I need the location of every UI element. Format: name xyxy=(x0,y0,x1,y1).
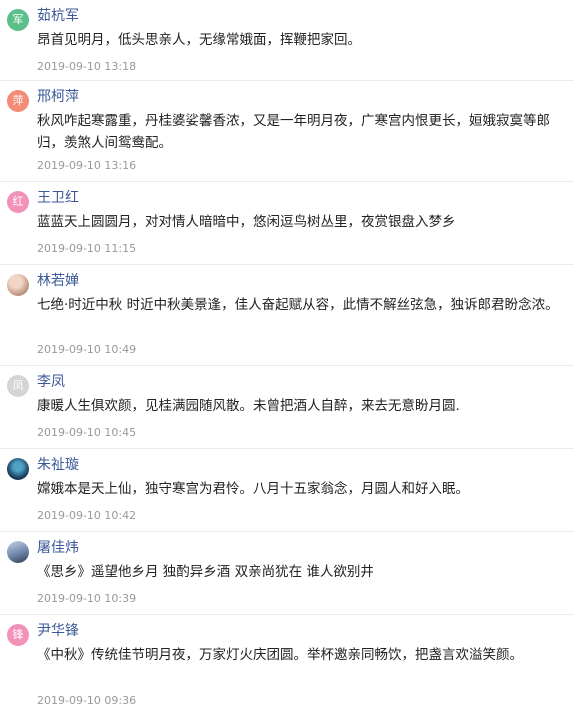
comment-item: 朱祉璇 嫦娥本是天上仙，独守寒宫为君怜。八月十五家翁念，月圆人和好入眠。 201… xyxy=(0,449,574,532)
comment-timestamp: 2019-09-10 10:45 xyxy=(37,426,137,439)
comment-timestamp: 2019-09-10 10:49 xyxy=(37,343,137,356)
comment-item: 屠佳炜 《思乡》遥望他乡月 独酌异乡酒 双亲尚犹在 谁人欲别井 2019-09-… xyxy=(0,532,574,615)
comment-text: 七绝·时近中秋 时近中秋美景逢，佳人奋起赋从容，此情不解丝弦急，独诉郎君盼念浓。 xyxy=(37,297,559,313)
comment-text: 嫦娥本是天上仙，独守寒宫为君怜。八月十五家翁念，月圆人和好入眠。 xyxy=(37,481,469,497)
avatar[interactable]: 凤 xyxy=(7,375,29,397)
comment-item: 锋 尹华锋 《中秋》传统佳节明月夜，万家灯火庆团圆。举杯邀亲同畅饮，把盏言欢溢笑… xyxy=(0,615,574,717)
comment-author[interactable]: 朱祉璇 xyxy=(37,455,79,475)
comment-text: 《思乡》遥望他乡月 独酌异乡酒 双亲尚犹在 谁人欲别井 xyxy=(37,564,374,580)
comment-item: 军 茹杭军 昂首见明月，低头思亲人，无缘常娥面，挥鞭把家回。 2019-09-1… xyxy=(0,0,574,81)
comment-item: 萍 邢柯萍 秋风咋起寒露重，丹桂婆娑馨香浓，又是一年明月夜，广寒宫内恨更长，姮娥… xyxy=(0,81,574,182)
avatar-photo[interactable] xyxy=(7,274,29,296)
comment-item: 凤 李凤 康暖人生俱欢颜，见桂满园随风散。未曾把酒人自醉，来去无意盼月圆. 20… xyxy=(0,366,574,449)
comment-author[interactable]: 屠佳炜 xyxy=(37,538,79,558)
avatar[interactable]: 军 xyxy=(7,9,29,31)
comment-list: 军 茹杭军 昂首见明月，低头思亲人，无缘常娥面，挥鞭把家回。 2019-09-1… xyxy=(0,0,574,717)
comment-timestamp: 2019-09-10 09:36 xyxy=(37,694,137,707)
comment-timestamp: 2019-09-10 13:16 xyxy=(37,159,137,172)
comment-author[interactable]: 王卫红 xyxy=(37,188,79,208)
avatar[interactable]: 红 xyxy=(7,191,29,213)
comment-author[interactable]: 茹杭军 xyxy=(37,6,79,26)
avatar-photo[interactable] xyxy=(7,458,29,480)
comment-text: 《中秋》传统佳节明月夜，万家灯火庆团圆。举杯邀亲同畅饮，把盏言欢溢笑颜。 xyxy=(37,647,523,663)
comment-timestamp: 2019-09-10 13:18 xyxy=(37,60,137,73)
comment-author[interactable]: 邢柯萍 xyxy=(37,87,79,107)
comment-text: 康暖人生俱欢颜，见桂满园随风散。未曾把酒人自醉，来去无意盼月圆. xyxy=(37,398,460,414)
comment-text: 蓝蓝天上圆圆月，对对情人暗暗中，悠闲逗鸟树丛里，夜赏银盘入梦乡 xyxy=(37,214,456,230)
comment-author[interactable]: 尹华锋 xyxy=(37,621,79,641)
avatar[interactable]: 锋 xyxy=(7,624,29,646)
comment-author[interactable]: 李凤 xyxy=(37,372,65,392)
comment-timestamp: 2019-09-10 10:42 xyxy=(37,509,137,522)
comment-text: 昂首见明月，低头思亲人，无缘常娥面，挥鞭把家回。 xyxy=(37,32,361,48)
comment-timestamp: 2019-09-10 10:39 xyxy=(37,592,137,605)
avatar-photo[interactable] xyxy=(7,541,29,563)
comment-item: 红 王卫红 蓝蓝天上圆圆月，对对情人暗暗中，悠闲逗鸟树丛里，夜赏银盘入梦乡 20… xyxy=(0,182,574,265)
comment-timestamp: 2019-09-10 11:15 xyxy=(37,242,137,255)
avatar[interactable]: 萍 xyxy=(7,90,29,112)
comment-text: 秋风咋起寒露重，丹桂婆娑馨香浓，又是一年明月夜，广寒宫内恨更长，姮娥寂寞等郎归，… xyxy=(37,113,550,151)
comment-item: 林若婵 七绝·时近中秋 时近中秋美景逢，佳人奋起赋从容，此情不解丝弦急，独诉郎君… xyxy=(0,265,574,366)
comment-author[interactable]: 林若婵 xyxy=(37,271,79,291)
